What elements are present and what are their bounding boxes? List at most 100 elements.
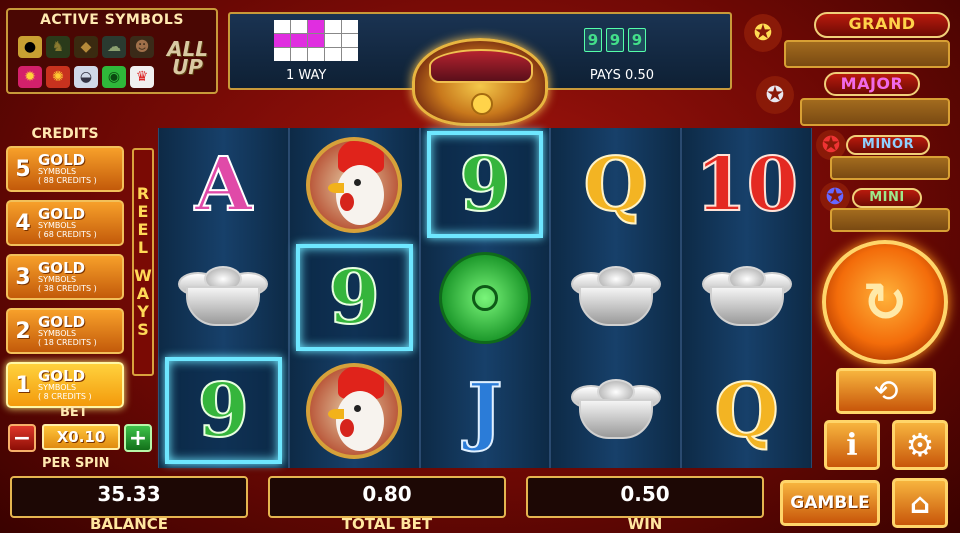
symbol-9: 9 — [197, 367, 250, 454]
jackpot-grand-meter — [784, 40, 950, 68]
payline-grid-cell — [325, 34, 341, 47]
credit-option-credits: ( 88 CREDITS ) — [38, 176, 97, 185]
monkey-icon: ☻ — [130, 36, 154, 58]
settings-button[interactable]: ⚙ — [892, 420, 948, 470]
credit-option-gold: GOLD — [38, 367, 86, 385]
per-spin-label: PER SPIN — [42, 456, 110, 471]
payline-grid-cell — [342, 34, 358, 47]
credits-title: CREDITS — [31, 126, 99, 142]
credit-option-symbols: SYMBOLS — [38, 383, 77, 392]
credit-option-2-button[interactable]: 2 GOLD SYMBOLS ( 18 CREDITS ) — [6, 308, 124, 354]
symbol-cell: Q — [682, 354, 811, 467]
jackpot-minor-title: MINOR — [846, 135, 930, 155]
gear-icon: ⚙ — [905, 426, 935, 464]
payline-grid-cell — [274, 48, 290, 61]
pays-label: PAYS 0.50 — [589, 68, 654, 83]
payline-grid-cell — [291, 34, 307, 47]
silver-ingot-icon — [178, 265, 269, 330]
symbol-cell — [290, 354, 419, 467]
jackpot-mini-meter — [830, 208, 950, 232]
chest-coin — [471, 93, 493, 115]
credit-option-number: 3 — [15, 264, 31, 290]
symbol-cell — [551, 354, 680, 467]
credit-option-5-button[interactable]: 5 GOLD SYMBOLS ( 88 CREDITS ) — [6, 146, 124, 192]
gamble-button[interactable]: GAMBLE — [780, 480, 880, 526]
payline-grid-cell — [274, 34, 290, 47]
credit-option-symbols: SYMBOLS — [38, 329, 77, 338]
bet-value: X0.10 — [42, 424, 120, 450]
symbol-A: A — [194, 141, 253, 228]
rooster-icon — [306, 136, 403, 233]
jackpot-major-meter — [800, 98, 950, 126]
credit-option-credits: ( 8 CREDITS ) — [38, 392, 92, 401]
tiger-icon: ◆ — [74, 36, 98, 58]
payline-grid-cell — [325, 48, 341, 61]
reel-5: 10 Q — [681, 128, 812, 468]
credit-option-gold: GOLD — [38, 313, 86, 331]
rat-icon: ◉ — [102, 66, 126, 88]
jade-medallion-icon — [438, 251, 531, 344]
jackpot-mini-title: MINI — [852, 188, 922, 208]
bet-decrease-button[interactable]: − — [8, 424, 36, 452]
spin-button[interactable]: ↻ — [822, 240, 948, 364]
credit-option-number: 1 — [15, 372, 31, 398]
silver-ingot-icon — [570, 378, 661, 443]
bet-increase-button[interactable]: + — [124, 424, 152, 452]
jackpot-grand-value — [786, 42, 948, 66]
win-value: 0.50 — [620, 482, 670, 506]
payline-grid-cell — [308, 48, 324, 61]
credit-option-gold: GOLD — [38, 259, 86, 277]
balance-display: 35.33 — [10, 476, 248, 518]
pays-symbols: 9 9 9 — [584, 28, 646, 52]
symbol-J: J — [466, 367, 503, 454]
pays-digit: 9 — [606, 28, 624, 52]
symbol-cell — [551, 241, 680, 354]
credit-option-3-button[interactable]: 3 GOLD SYMBOLS ( 38 CREDITS ) — [6, 254, 124, 300]
coin-icon: ● — [18, 36, 42, 58]
jackpot-minor-value — [832, 158, 948, 178]
bet-label: BET — [60, 405, 88, 420]
autoplay-button[interactable]: ⟲ — [836, 368, 936, 414]
active-symbols-row-1: ● ♞ ◆ ☁ ☻ — [18, 36, 154, 58]
dog-icon: ✺ — [46, 66, 70, 88]
jackpot-minor-meter — [830, 156, 950, 180]
reel-4: Q — [550, 128, 682, 468]
rooster-icon — [306, 362, 403, 459]
reel-3: 9J — [419, 128, 551, 468]
symbol-cell: 10 — [682, 128, 811, 241]
reel-ways-letter: W — [134, 266, 152, 285]
total-bet-label: TOTAL BET — [341, 515, 433, 533]
pays-digit: 9 — [628, 28, 646, 52]
silver-ingot-icon — [570, 265, 661, 330]
reel-ways-banner: REEL WAYS — [132, 148, 154, 376]
symbol-9: 9 — [458, 141, 511, 228]
active-symbols-row-2: ✹ ✺ ◒ ◉ ♛ — [18, 66, 154, 88]
credit-option-gold: GOLD — [38, 151, 86, 169]
credit-option-4-button[interactable]: 4 GOLD SYMBOLS ( 68 CREDITS ) — [6, 200, 124, 246]
credits-panel: CREDITS — [6, 126, 130, 142]
jackpot-major-title: MAJOR — [824, 72, 920, 96]
home-button[interactable]: ⌂ — [892, 478, 948, 528]
balance-label: BALANCE — [89, 515, 169, 533]
reel-ways-letter: E — [137, 202, 149, 221]
total-bet-value: 0.80 — [362, 482, 412, 506]
all-up-logo: ALL UP — [167, 37, 208, 79]
home-icon: ⌂ — [909, 486, 931, 520]
credit-option-symbols: SYMBOLS — [38, 221, 77, 230]
info-button[interactable]: i — [824, 420, 880, 470]
symbol-9: 9 — [327, 254, 380, 341]
credit-option-gold: GOLD — [38, 205, 86, 223]
spin-arrow-icon: ↻ — [862, 270, 908, 334]
symbol-cell: J — [421, 354, 550, 467]
win-label: WIN — [627, 515, 663, 533]
active-symbols-panel: ACTIVE SYMBOLS ● ♞ ◆ ☁ ☻ ✹ ✺ ◒ ◉ ♛ ALL UP — [6, 8, 218, 94]
symbol-cell: A — [159, 128, 288, 241]
winning-symbol-cell: 9 — [295, 244, 413, 351]
symbol-Q: Q — [583, 141, 649, 228]
win-display: 0.50 — [526, 476, 764, 518]
balance-value: 35.33 — [97, 482, 161, 506]
credit-option-1-button[interactable]: 1 GOLD SYMBOLS ( 8 CREDITS ) — [6, 362, 124, 408]
gold-rooster-icon: ✪ — [744, 14, 782, 52]
sheep-icon: ☁ — [102, 36, 126, 58]
reel-ways-letter: S — [137, 320, 149, 339]
